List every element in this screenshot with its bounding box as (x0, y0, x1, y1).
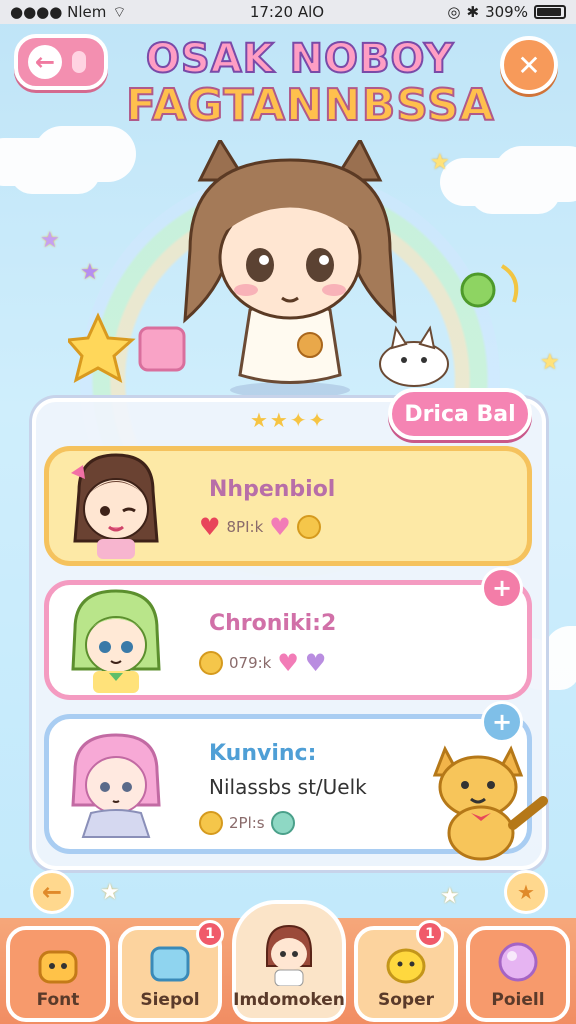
tab-font[interactable]: Font (6, 926, 110, 1022)
favorite-button[interactable]: ★ (504, 870, 548, 914)
daily-bonus-button[interactable]: Drica Bal (388, 388, 532, 440)
character-avatar (71, 733, 161, 838)
stat-value: 2Pl:s (229, 814, 265, 832)
carrier-text: ●●●● Nlem (10, 3, 107, 21)
character-name: Chroniki:2 (209, 611, 337, 636)
clock-text: 17:20 AlO (249, 3, 325, 21)
stat-value: 8PI:k (226, 518, 264, 536)
character-card[interactable]: Kunvinc: Nilassbs st/Uelk 2Pl:s + (44, 701, 548, 861)
coin-icon (199, 811, 223, 835)
gem-icon (498, 942, 538, 982)
star-icon: ★ (80, 260, 100, 285)
rating-stars: ★★✦✦ (250, 408, 328, 432)
coin-icon (199, 651, 223, 675)
sparkle-fruit-icon (460, 264, 519, 308)
character-stats: ♥ 8PI:k ♥ (199, 513, 321, 541)
pot-icon (150, 946, 190, 982)
cat-companion (379, 325, 449, 387)
character-stats: 2Pl:s (199, 811, 295, 835)
tab-soper[interactable]: Soper 1 (354, 920, 458, 1022)
star-icon: ★ (40, 228, 60, 253)
character-name: Nhpenbiol (209, 477, 336, 502)
page-subtitle: FAGTANNBSSA (125, 79, 495, 132)
previous-page-button[interactable]: ← (30, 870, 74, 914)
tab-siepol[interactable]: Siepol 1 (118, 920, 224, 1022)
heart-icon: ♥ (277, 649, 299, 677)
battery-percent: 309% (485, 3, 528, 21)
star-icon: ★ (100, 880, 120, 905)
chick-icon (386, 948, 426, 984)
heart-icon: ♥ (199, 513, 221, 541)
wifi-icon: ⌔ (112, 2, 127, 21)
page-title: OSAK NOBOY (145, 35, 455, 83)
character-avatar (71, 453, 159, 559)
character-avatar-icon (266, 924, 312, 986)
notification-badge: 1 (416, 920, 444, 948)
coin-icon (296, 515, 321, 539)
add-button[interactable]: + (481, 567, 523, 609)
toggle-pip (72, 51, 86, 73)
gift-star-icon (68, 312, 186, 383)
notification-badge: 1 (196, 920, 224, 948)
close-button[interactable]: ✕ (500, 36, 558, 94)
tab-label: Imdomoken (233, 990, 345, 1010)
character-card[interactable]: Nhpenbiol ♥ 8PI:k ♥ (44, 446, 532, 566)
tab-label: Poiell (491, 990, 545, 1010)
close-icon: ✕ (517, 48, 541, 82)
cloud-decoration (470, 170, 560, 214)
arrow-left-icon: ← (41, 878, 63, 906)
star-icon: ★ (540, 350, 560, 375)
bluetooth-icon: ✱ (466, 3, 480, 21)
tab-poiell[interactable]: Poiell (466, 926, 570, 1022)
back-button[interactable]: ← (14, 34, 108, 90)
character-avatar (71, 589, 161, 693)
star-icon: ★ (430, 150, 450, 175)
status-bar: ●●●● Nlem ⌔ 17:20 AlO ◎ ✱ 309% (0, 0, 576, 24)
cloud-decoration (10, 150, 100, 194)
tab-label: Font (36, 990, 80, 1010)
character-stats: 079:k ♥ ♥ (199, 649, 326, 677)
dog-mascot (432, 745, 548, 861)
heart-icon: ♥ (269, 513, 291, 541)
tab-label: Siepol (140, 990, 200, 1010)
bag-icon (38, 950, 78, 984)
star-icon: ★ (517, 880, 535, 904)
arrow-left-icon: ← (28, 45, 62, 79)
heart-icon: ♥ (304, 649, 327, 677)
gem-icon (270, 811, 295, 835)
battery-icon (533, 5, 566, 19)
location-icon: ◎ (447, 3, 461, 21)
tab-imdomoken[interactable]: Imdomoken (232, 900, 346, 1022)
character-card[interactable]: Chroniki:2 079:k ♥ ♥ + (44, 567, 532, 700)
character-subtitle: Nilassbs st/Uelk (209, 775, 367, 799)
tab-label: Soper (377, 990, 434, 1010)
star-icon: ★ (440, 884, 460, 909)
character-name: Kunvinc: (209, 741, 317, 766)
stat-value: 079:k (229, 654, 272, 672)
